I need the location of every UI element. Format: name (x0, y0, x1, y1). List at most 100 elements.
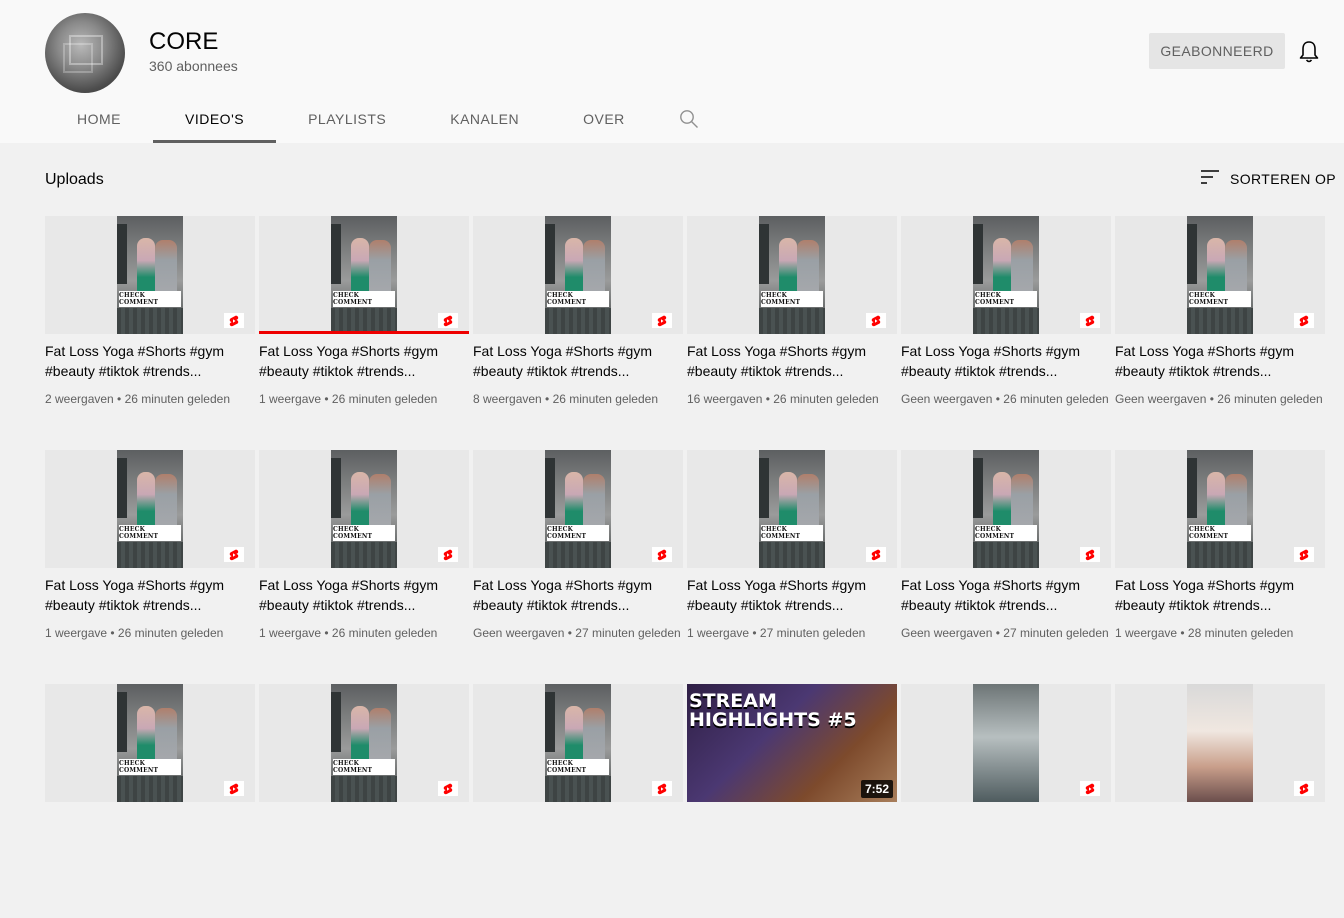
sort-button[interactable]: SORTEREN OP (1200, 168, 1336, 190)
video-card[interactable] (901, 684, 1111, 918)
video-card[interactable]: CHECK COMMENT Fat Loss Yoga #Shorts #gym … (259, 450, 469, 684)
thumbnail-image: CHECK COMMENT (759, 450, 825, 568)
video-grid: CHECK COMMENT Fat Loss Yoga #Shorts #gym … (45, 216, 1344, 918)
subscriber-count: 360 abonnees (149, 58, 238, 74)
video-title[interactable]: Fat Loss Yoga #Shorts #gym #beauty #tikt… (901, 575, 1111, 615)
video-thumbnail[interactable]: CHECK COMMENT (1115, 216, 1325, 334)
thumbnail-caption: CHECK COMMENT (119, 525, 181, 541)
video-thumbnail[interactable] (901, 684, 1111, 802)
video-thumbnail[interactable] (1115, 684, 1325, 802)
video-thumbnail[interactable]: CHECK COMMENT (687, 216, 897, 334)
video-card[interactable]: CHECK COMMENT Fat Loss Yoga #Shorts #gym … (1115, 216, 1325, 450)
video-card[interactable]: CHECK COMMENT Fat Loss Yoga #Shorts #gym … (45, 216, 255, 450)
video-thumbnail[interactable]: CHECK COMMENT (687, 450, 897, 568)
thumbnail-caption: CHECK COMMENT (547, 759, 609, 775)
video-title[interactable]: Fat Loss Yoga #Shorts #gym #beauty #tikt… (259, 575, 469, 615)
video-thumbnail[interactable]: CHECK COMMENT (259, 450, 469, 568)
thumbnail-caption: CHECK COMMENT (975, 291, 1037, 307)
shorts-icon (438, 313, 458, 328)
video-title[interactable]: Fat Loss Yoga #Shorts #gym #beauty #tikt… (473, 575, 683, 615)
thumbnail-caption: CHECK COMMENT (761, 291, 823, 307)
video-title[interactable]: Fat Loss Yoga #Shorts #gym #beauty #tikt… (687, 575, 897, 615)
video-thumbnail[interactable]: CHECK COMMENT (473, 450, 683, 568)
shorts-icon (1294, 313, 1314, 328)
shorts-icon (652, 313, 672, 328)
video-meta: 2 weergaven • 26 minuten geleden (45, 392, 230, 406)
video-card[interactable]: CHECK COMMENT Fat Loss Yoga #Shorts #gym … (1115, 450, 1325, 684)
video-title[interactable]: Fat Loss Yoga #Shorts #gym #beauty #tikt… (901, 341, 1111, 381)
bell-icon[interactable] (1298, 40, 1320, 64)
shorts-icon (866, 547, 886, 562)
thumbnail-image: CHECK COMMENT (117, 684, 183, 802)
duration-badge: 7:52 (860, 780, 893, 798)
video-card[interactable]: CHECK COMMENT Fat Loss Yoga #Shorts #gym … (473, 216, 683, 450)
channel-name: CORE (149, 28, 219, 55)
thumbnail-caption: CHECK COMMENT (547, 525, 609, 541)
video-card[interactable]: CHECK COMMENT Fat Loss Yoga #Shorts #gym … (901, 216, 1111, 450)
video-card[interactable]: CHECK COMMENT Fat Loss Yoga #Shorts #gym … (901, 450, 1111, 684)
thumbnail-image (973, 684, 1039, 802)
subscribed-button[interactable]: GEABONNEERD (1149, 33, 1285, 69)
video-meta: 16 weergaven • 26 minuten geleden (687, 392, 879, 406)
video-card[interactable]: CHECK COMMENT Fat Loss Yoga #Shorts #gym … (45, 450, 255, 684)
tab-channels[interactable]: KANALEN (418, 95, 551, 143)
video-thumbnail[interactable]: CHECK COMMENT (45, 216, 255, 334)
video-title[interactable]: Fat Loss Yoga #Shorts #gym #beauty #tikt… (473, 341, 683, 381)
tab-about[interactable]: OVER (551, 95, 657, 143)
shorts-icon (224, 313, 244, 328)
video-card[interactable] (1115, 684, 1325, 918)
tab-playlists[interactable]: PLAYLISTS (276, 95, 418, 143)
video-thumbnail[interactable]: CHECK COMMENT (473, 684, 683, 802)
video-card[interactable]: CHECK COMMENT (473, 684, 683, 918)
thumbnail-caption: CHECK COMMENT (119, 759, 181, 775)
video-thumbnail[interactable]: CHECK COMMENT (45, 684, 255, 802)
sort-label: SORTEREN OP (1230, 171, 1337, 187)
video-thumbnail[interactable]: STREAM HIGHLIGHTS #5 7:52 (687, 684, 897, 802)
tab-home[interactable]: HOME (45, 95, 153, 143)
thumbnail-image: CHECK COMMENT (545, 216, 611, 334)
shorts-icon (652, 781, 672, 796)
thumbnail-image: CHECK COMMENT (1187, 216, 1253, 334)
video-thumbnail[interactable]: CHECK COMMENT (259, 684, 469, 802)
search-icon[interactable] (669, 95, 709, 143)
video-thumbnail[interactable]: CHECK COMMENT (259, 216, 469, 334)
channel-avatar[interactable] (45, 13, 125, 93)
video-card[interactable]: CHECK COMMENT (45, 684, 255, 918)
thumbnail-image: CHECK COMMENT (331, 684, 397, 802)
shorts-icon (866, 313, 886, 328)
video-title[interactable]: Fat Loss Yoga #Shorts #gym #beauty #tikt… (259, 341, 469, 381)
video-thumbnail[interactable]: CHECK COMMENT (45, 450, 255, 568)
video-card[interactable]: CHECK COMMENT Fat Loss Yoga #Shorts #gym … (687, 450, 897, 684)
thumbnail-image: CHECK COMMENT (545, 684, 611, 802)
thumbnail-caption: CHECK COMMENT (1189, 291, 1251, 307)
video-thumbnail[interactable]: CHECK COMMENT (473, 216, 683, 334)
section-title: Uploads (45, 171, 104, 188)
video-title[interactable]: Fat Loss Yoga #Shorts #gym #beauty #tikt… (1115, 341, 1325, 381)
video-meta: Geen weergaven • 26 minuten geleden (901, 392, 1109, 406)
video-thumbnail[interactable]: CHECK COMMENT (1115, 450, 1325, 568)
video-thumbnail[interactable]: CHECK COMMENT (901, 216, 1111, 334)
video-card[interactable]: CHECK COMMENT Fat Loss Yoga #Shorts #gym … (259, 216, 469, 450)
thumbnail-image: CHECK COMMENT (1187, 450, 1253, 568)
video-card[interactable]: STREAM HIGHLIGHTS #5 7:52 (687, 684, 897, 918)
video-title[interactable]: Fat Loss Yoga #Shorts #gym #beauty #tikt… (45, 575, 255, 615)
tab-videos[interactable]: VIDEO'S (153, 95, 277, 143)
video-meta: 1 weergave • 26 minuten geleden (45, 626, 224, 640)
video-card[interactable]: CHECK COMMENT Fat Loss Yoga #Shorts #gym … (687, 216, 897, 450)
video-title[interactable]: Fat Loss Yoga #Shorts #gym #beauty #tikt… (45, 341, 255, 381)
thumbnail-caption: CHECK COMMENT (975, 525, 1037, 541)
video-meta: Geen weergaven • 27 minuten geleden (901, 626, 1109, 640)
video-thumbnail[interactable]: CHECK COMMENT (901, 450, 1111, 568)
video-title[interactable]: Fat Loss Yoga #Shorts #gym #beauty #tikt… (687, 341, 897, 381)
video-card[interactable]: CHECK COMMENT Fat Loss Yoga #Shorts #gym … (473, 450, 683, 684)
thumbnail-caption: CHECK COMMENT (333, 291, 395, 307)
shorts-icon (1294, 781, 1314, 796)
video-title[interactable]: Fat Loss Yoga #Shorts #gym #beauty #tikt… (1115, 575, 1325, 615)
thumbnail-caption: CHECK COMMENT (119, 291, 181, 307)
video-meta: 1 weergave • 28 minuten geleden (1115, 626, 1294, 640)
video-card[interactable]: CHECK COMMENT (259, 684, 469, 918)
sort-icon (1200, 169, 1220, 190)
video-meta: 1 weergave • 26 minuten geleden (259, 626, 438, 640)
thumbnail-caption: CHECK COMMENT (547, 291, 609, 307)
shorts-icon (652, 547, 672, 562)
